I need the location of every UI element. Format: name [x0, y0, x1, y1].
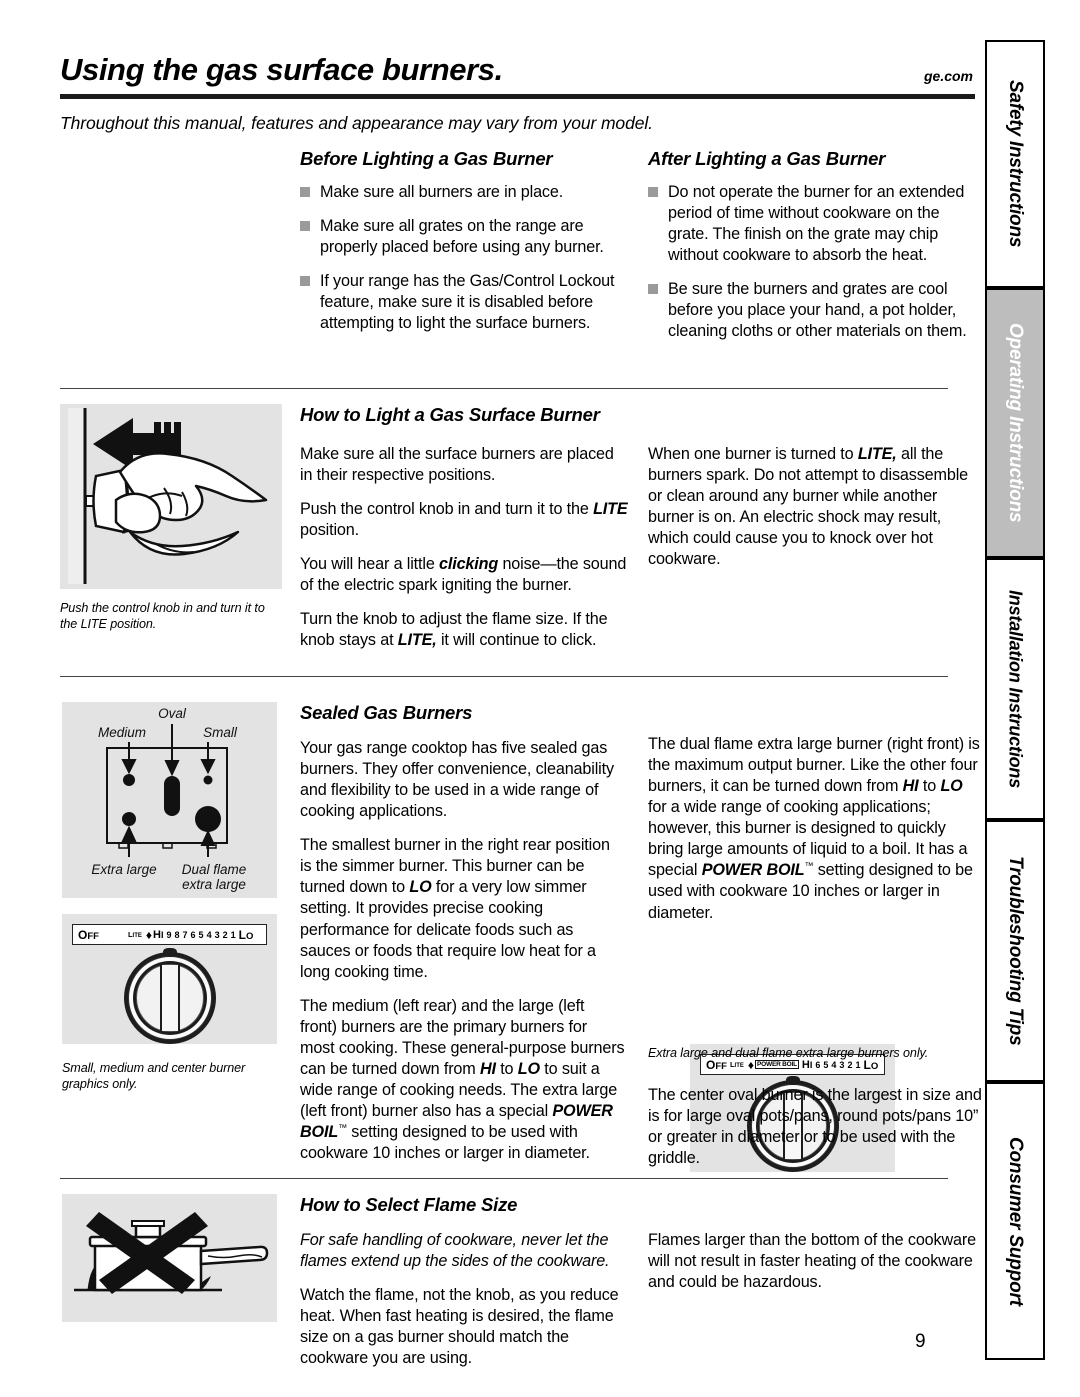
- dial-label-1: 1: [230, 929, 236, 940]
- manual-page: Using the gas surface burners. ge.com Th…: [0, 0, 1080, 1397]
- how-to-light-left-column: Make sure all the surface burners are pl…: [300, 444, 630, 652]
- knob-pointer: [163, 948, 177, 957]
- before-lighting-heading: Before Lighting a Gas Burner: [300, 148, 553, 169]
- title-divider: [60, 94, 975, 99]
- after-lighting-list: Do not operate the burner for an extende…: [648, 182, 978, 342]
- sealed-burners-left-column: Your gas range cooktop has five sealed g…: [300, 738, 625, 1164]
- side-tab-label: Safety Instructions: [1005, 80, 1026, 248]
- left-knob-caption: Small, medium and center burner graphics…: [62, 1061, 246, 1092]
- paragraph: You will hear a little clicking noise—th…: [300, 555, 627, 595]
- section-divider-1: [60, 388, 948, 389]
- dial-label-5: 5: [198, 929, 204, 940]
- control-knob[interactable]: [124, 948, 216, 1044]
- sealed-burners-right-column: The dual flame extra large burner (right…: [648, 734, 983, 924]
- intro-note: Throughout this manual, features and app…: [60, 113, 653, 133]
- push-knob-illustration: [60, 404, 282, 589]
- section-divider-2: [60, 676, 948, 677]
- how-to-light-right-column: When one burner is turned to LITE, all t…: [648, 444, 983, 570]
- push-knob-drawing: [60, 404, 282, 589]
- flame-size-right-column: Flames larger than the bottom of the coo…: [648, 1230, 983, 1293]
- flame-size-left-column: For safe handling of cookware, never let…: [300, 1230, 625, 1369]
- paragraph: Flames larger than the bottom of the coo…: [648, 1231, 976, 1292]
- side-tab-strip: Safety Instructions Operating Instructio…: [985, 40, 1045, 1360]
- dial-label-4: 4: [206, 929, 212, 940]
- paragraph: The center oval burner is the largest in…: [648, 1086, 982, 1168]
- svg-text:extra large: extra large: [182, 877, 246, 892]
- svg-text:Oval: Oval: [158, 706, 187, 721]
- page-header: Using the gas surface burners. ge.com: [60, 52, 975, 99]
- site-url: ge.com: [923, 68, 973, 84]
- left-knob-illustration: OFF LITE ♦ HI 9 8 7 6 5 4 3 2 1 LO: [62, 914, 277, 1044]
- side-tab-label: Operating Instructions: [1005, 323, 1026, 523]
- dial-label-3: 3: [214, 929, 220, 940]
- list-item: Do not operate the burner for an extende…: [648, 182, 978, 266]
- svg-text:Small: Small: [203, 725, 238, 740]
- how-to-light-heading: How to Light a Gas Surface Burner: [300, 404, 600, 425]
- dial-label-9: 9: [166, 929, 172, 940]
- flame-size-illustration: [62, 1194, 277, 1322]
- knob-pointer: [786, 1076, 800, 1085]
- paragraph: The medium (left rear) and the large (le…: [300, 996, 625, 1163]
- side-tab-troubleshooting-tips[interactable]: Troubleshooting Tips: [985, 820, 1045, 1082]
- side-tab-label: Consumer Support: [1005, 1136, 1026, 1306]
- center-oval-burner-paragraph-wrapper: The center oval burner is the largest in…: [648, 1085, 983, 1169]
- paragraph: The smallest burner in the right rear po…: [300, 836, 610, 981]
- dial-label-6: 6: [190, 929, 196, 940]
- page-title: Using the gas surface burners.: [60, 52, 503, 87]
- before-lighting-list: Make sure all burners are in place. Make…: [300, 182, 630, 334]
- dial-label-8: 8: [174, 929, 180, 940]
- dial-label-hi: HI: [153, 928, 164, 941]
- paragraph: Push the control knob in and turn it to …: [300, 500, 628, 540]
- flame-icon: ♦: [145, 927, 153, 942]
- right-knob-caption: Extra large and dual flame extra large b…: [648, 1046, 929, 1060]
- side-tab-label: Troubleshooting Tips: [1005, 856, 1026, 1046]
- cooktop-layout-illustration: Medium Oval Small Extra large Dual flame…: [62, 702, 277, 898]
- side-tab-operating-instructions[interactable]: Operating Instructions: [985, 288, 1045, 558]
- dial-label-2: 2: [222, 929, 228, 940]
- before-lighting-column: Before Lighting a Gas Burner Make sure a…: [300, 148, 630, 334]
- list-item: If your range has the Gas/Control Lockou…: [300, 271, 630, 334]
- after-lighting-heading: After Lighting a Gas Burner: [648, 148, 886, 169]
- paragraph: For safe handling of cookware, never let…: [300, 1231, 610, 1271]
- side-tab-consumer-support[interactable]: Consumer Support: [985, 1082, 1045, 1360]
- knob-grip-bar: [160, 965, 180, 1031]
- flame-size-drawing: [62, 1194, 277, 1322]
- left-knob-dial-scale: OFF LITE ♦ HI 9 8 7 6 5 4 3 2 1 LO: [72, 924, 267, 945]
- paragraph: When one burner is turned to LITE, all t…: [648, 445, 969, 569]
- dial-label-off: OFF: [78, 927, 99, 942]
- svg-text:Extra large: Extra large: [91, 862, 156, 877]
- svg-text:Dual flame: Dual flame: [182, 862, 247, 877]
- flame-size-heading: How to Select Flame Size: [300, 1194, 518, 1215]
- paragraph: Turn the knob to adjust the flame size. …: [300, 610, 608, 650]
- sealed-burners-heading: Sealed Gas Burners: [300, 702, 473, 723]
- push-knob-caption: Push the control knob in and turn it to …: [60, 601, 265, 632]
- side-tab-safety-instructions[interactable]: Safety Instructions: [985, 40, 1045, 288]
- paragraph: Your gas range cooktop has five sealed g…: [300, 739, 614, 821]
- list-item: Make sure all burners are in place.: [300, 182, 630, 203]
- svg-text:Medium: Medium: [98, 725, 146, 740]
- dial-label-lo: LO: [238, 927, 254, 942]
- paragraph: Watch the flame, not the knob, as you re…: [300, 1286, 619, 1368]
- dial-label-7: 7: [182, 929, 188, 940]
- page-number: 9: [915, 1331, 926, 1352]
- dial-label-lite: LITE: [127, 930, 142, 939]
- side-tab-label: Installation Instructions: [1005, 589, 1026, 789]
- after-lighting-column: After Lighting a Gas Burner Do not opera…: [648, 148, 978, 342]
- list-item: Be sure the burners and grates are cool …: [648, 279, 978, 342]
- paragraph: The dual flame extra large burner (right…: [648, 735, 980, 922]
- side-tab-installation-instructions[interactable]: Installation Instructions: [985, 558, 1045, 820]
- list-item: Make sure all grates on the range are pr…: [300, 216, 630, 258]
- cooktop-layout-drawing: Medium Oval Small Extra large Dual flame…: [62, 702, 277, 898]
- section-divider-3: [60, 1178, 948, 1179]
- paragraph: Make sure all the surface burners are pl…: [300, 445, 614, 485]
